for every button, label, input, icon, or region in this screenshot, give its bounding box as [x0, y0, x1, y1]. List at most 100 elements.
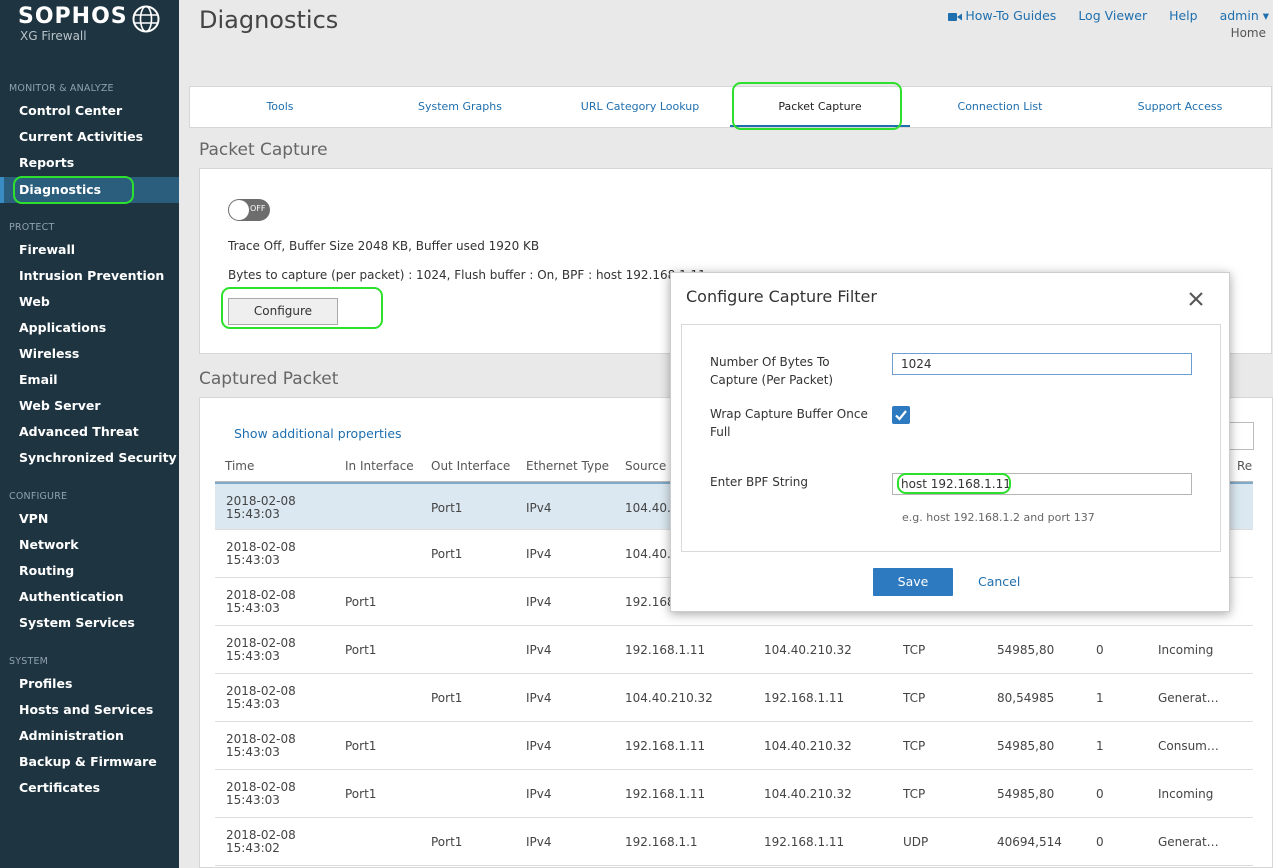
cell-clock: 15:43:03	[226, 697, 280, 711]
sidebar-item-administration[interactable]: Administration	[0, 724, 179, 748]
sidebar-item-hosts-and-services[interactable]: Hosts and Services	[0, 698, 179, 722]
cell-time: 2018-02-08 15:43:03	[226, 530, 296, 578]
help-link[interactable]: Help	[1169, 8, 1198, 23]
log-viewer-link[interactable]: Log Viewer	[1078, 8, 1147, 23]
configure-button[interactable]: Configure	[228, 298, 338, 325]
breadcrumb-home[interactable]: Home	[1231, 26, 1266, 40]
dialog-body: Number Of Bytes To Capture (Per Packet) …	[681, 324, 1221, 552]
tab-system-graphs[interactable]: System Graphs	[370, 87, 550, 127]
sidebar-item-web-server[interactable]: Web Server	[0, 394, 179, 418]
col-reason[interactable]: Re	[1237, 459, 1252, 473]
cell-dst: 192.168.1.11	[764, 691, 845, 705]
sidebar-item-routing[interactable]: Routing	[0, 559, 179, 583]
sophos-logo[interactable]: SOPHOS XG Firewall	[18, 4, 128, 43]
cell-out: Port1	[431, 547, 463, 561]
trace-toggle[interactable]: OFF	[228, 199, 270, 221]
nav-section-monitor: MONITOR & ANALYZE	[9, 83, 114, 94]
col-out-interface[interactable]: Out Interface	[431, 459, 510, 473]
sidebar-item-reports[interactable]: Reports	[0, 151, 179, 175]
cell-out: Port1	[431, 835, 463, 849]
bpf-string-input[interactable]: host 192.168.1.11	[892, 473, 1192, 495]
cell-flag: 1	[1096, 691, 1104, 705]
tab-packet-capture[interactable]: Packet Capture	[730, 87, 910, 127]
tab-url-category-lookup[interactable]: URL Category Lookup	[550, 87, 730, 127]
cell-src: 104.40.	[625, 501, 671, 515]
col-in-interface[interactable]: In Interface	[345, 459, 414, 473]
table-row[interactable]: 2018-02-08 15:43:03 Port1 IPv4 192.168.1.11 1…	[215, 626, 1253, 674]
cell-src: 192.168.1.1	[625, 835, 698, 849]
cancel-button[interactable]: Cancel	[978, 574, 1020, 589]
bytes-label: Number Of Bytes To Capture (Per Packet)	[710, 355, 834, 387]
tab-tools[interactable]: Tools	[190, 87, 370, 127]
admin-menu[interactable]: admin ▾	[1220, 8, 1269, 23]
sidebar-item-web[interactable]: Web	[0, 290, 179, 314]
top-links: How-To Guides Log Viewer Help admin ▾	[930, 8, 1269, 23]
cell-ports: 54985,80	[997, 739, 1055, 753]
cell-clock: 15:43:02	[226, 841, 280, 855]
configure-capture-filter-dialog: Configure Capture Filter Number Of Bytes…	[670, 272, 1230, 612]
cell-dst: 104.40.210.32	[764, 739, 852, 753]
sidebar-item-synchronized-security[interactable]: Synchronized Security	[0, 446, 179, 470]
sidebar-item-profiles[interactable]: Profiles	[0, 672, 179, 696]
nav-section-configure: CONFIGURE	[9, 491, 68, 502]
cell-flag: 0	[1096, 643, 1104, 657]
cell-eth: IPv4	[526, 787, 552, 801]
cell-eth: IPv4	[526, 691, 552, 705]
sidebar-item-email[interactable]: Email	[0, 368, 179, 392]
cell-in: Port1	[345, 787, 377, 801]
cell-dst: 104.40.210.32	[764, 643, 852, 657]
wrap-buffer-checkbox[interactable]	[892, 406, 910, 424]
cell-src: 192.168.1.11	[625, 739, 706, 753]
cell-proto: UDP	[903, 835, 929, 849]
close-icon[interactable]	[1186, 289, 1206, 309]
cell-reason: Incoming	[1158, 787, 1214, 801]
how-to-guides-label: How-To Guides	[965, 8, 1057, 23]
cell-eth: IPv4	[526, 595, 552, 609]
checkmark-icon	[895, 410, 907, 421]
sidebar-item-authentication[interactable]: Authentication	[0, 585, 179, 609]
product-name: XG Firewall	[20, 29, 87, 43]
sidebar-item-applications[interactable]: Applications	[0, 316, 179, 340]
cell-time: 2018-02-08 15:43:03	[226, 578, 296, 626]
table-row[interactable]: 2018-02-08 15:43:03 Port1 IPv4 192.168.1.11 1…	[215, 722, 1253, 770]
cell-clock: 15:43:03	[226, 507, 280, 521]
sidebar-item-diagnostics[interactable]: Diagnostics	[0, 177, 179, 203]
cell-flag: 1	[1096, 739, 1104, 753]
table-row[interactable]: 2018-02-08 15:43:02 Port1 IPv4 192.168.1.1 19…	[215, 818, 1253, 866]
table-row[interactable]: 2018-02-08 15:43:03 Port1 IPv4 104.40.210.32…	[215, 674, 1253, 722]
cell-eth: IPv4	[526, 739, 552, 753]
cell-ports: 80,54985	[997, 691, 1055, 705]
sidebar-item-vpn[interactable]: VPN	[0, 507, 179, 531]
sidebar-item-system-services[interactable]: System Services	[0, 611, 179, 635]
save-button[interactable]: Save	[873, 568, 953, 596]
sidebar-item-current-activities[interactable]: Current Activities	[0, 125, 179, 149]
sidebar-item-advanced-threat[interactable]: Advanced Threat	[0, 420, 179, 444]
cell-clock: 15:43:03	[226, 793, 280, 807]
cell-proto: TCP	[903, 643, 926, 657]
sidebar-item-certificates[interactable]: Certificates	[0, 776, 179, 800]
sidebar-item-wireless[interactable]: Wireless	[0, 342, 179, 366]
tab-support-access[interactable]: Support Access	[1090, 87, 1270, 127]
cell-proto: TCP	[903, 787, 926, 801]
tab-connection-list[interactable]: Connection List	[910, 87, 1090, 127]
trace-status-text: Trace Off, Buffer Size 2048 KB, Buffer u…	[228, 239, 540, 253]
bpf-label: Enter BPF String	[710, 475, 809, 489]
wrap-buffer-label: Wrap Capture Buffer Once Full	[710, 407, 868, 439]
cell-in: Port1	[345, 643, 377, 657]
sidebar-item-firewall[interactable]: Firewall	[0, 238, 179, 262]
col-time[interactable]: Time	[225, 459, 254, 473]
sidebar-item-network[interactable]: Network	[0, 533, 179, 557]
page-title: Diagnostics	[199, 6, 339, 34]
cell-time: 2018-02-08 15:43:03	[226, 626, 296, 674]
cell-eth: IPv4	[526, 501, 552, 515]
sidebar-item-control-center[interactable]: Control Center	[0, 99, 179, 123]
col-ethernet-type[interactable]: Ethernet Type	[526, 459, 609, 473]
bytes-to-capture-input[interactable]: 1024	[892, 353, 1192, 375]
cell-time: 2018-02-08 15:43:03	[226, 674, 296, 722]
show-additional-properties-link[interactable]: Show additional properties	[234, 426, 402, 441]
sidebar-item-intrusion-prevention[interactable]: Intrusion Prevention	[0, 264, 179, 288]
cell-src: 104.40.	[625, 547, 671, 561]
sidebar-item-backup-firmware[interactable]: Backup & Firmware	[0, 750, 179, 774]
table-row[interactable]: 2018-02-08 15:43:03 Port1 IPv4 192.168.1.11 1…	[215, 770, 1253, 818]
how-to-guides-link[interactable]: How-To Guides	[948, 8, 1060, 23]
